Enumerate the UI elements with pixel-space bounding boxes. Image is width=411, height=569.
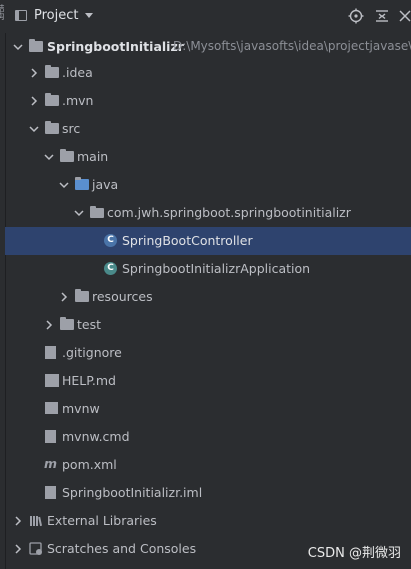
project-icon [15, 10, 27, 21]
resources-folder-icon [75, 289, 89, 302]
source-folder-icon [75, 177, 89, 190]
tree-label-external-libraries: External Libraries [47, 513, 157, 528]
tree-row-main[interactable]: main [5, 143, 411, 171]
chevron-down-icon[interactable] [73, 207, 85, 219]
project-panel-header: Project [5, 0, 411, 33]
tree-label-mvn: .mvn [62, 93, 94, 108]
tree-row-mvn[interactable]: .mvn [5, 87, 411, 115]
module-file-icon [45, 486, 56, 499]
tree-row-application[interactable]: C SpringbootInitializrApplication [5, 255, 411, 283]
panel-title[interactable]: Project [34, 8, 78, 23]
tree-row-src[interactable]: src [5, 115, 411, 143]
tree-row-pom[interactable]: m pom.xml [5, 451, 411, 479]
tree-row-root[interactable]: SpringbootInitializr D:\Mysofts\javasoft… [5, 33, 411, 61]
tree-label-mvnw: mvnw [62, 401, 100, 416]
gitignore-file-icon [45, 346, 56, 359]
tree-row-gitignore[interactable]: .gitignore [5, 339, 411, 367]
tree-label-scratches: Scratches and Consoles [47, 541, 197, 556]
cmd-file-icon [45, 430, 56, 443]
folder-icon [60, 149, 74, 162]
folder-icon [45, 65, 59, 78]
root-path: D:\Mysofts\javasofts\idea\projectjavase\… [173, 39, 411, 53]
chevron-down-icon[interactable] [43, 151, 55, 163]
tree-label-pom: pom.xml [62, 457, 117, 472]
chevron-down-icon[interactable] [28, 123, 40, 135]
folder-icon [60, 317, 74, 330]
folder-icon [45, 121, 59, 134]
tree-row-package[interactable]: com.jwh.springboot.springbootinitializr [5, 199, 411, 227]
tree-label-mvnw-cmd: mvnw.cmd [62, 429, 130, 444]
chevron-right-icon[interactable] [43, 319, 55, 331]
collapse-all-icon[interactable] [374, 8, 390, 24]
chevron-right-icon[interactable] [28, 95, 40, 107]
chevron-right-icon[interactable] [12, 515, 24, 527]
package-icon [90, 206, 104, 218]
tree-label-main: main [77, 149, 109, 164]
chevron-right-icon[interactable] [12, 543, 24, 555]
folder-icon [45, 93, 59, 106]
libraries-icon [29, 514, 43, 528]
chevron-down-icon[interactable] [58, 179, 70, 191]
tree-row-help[interactable]: HELP.md [5, 367, 411, 395]
tree-row-idea[interactable]: .idea [5, 59, 411, 87]
tree-row-java[interactable]: java [5, 171, 411, 199]
spring-boot-class-icon: C [104, 262, 117, 275]
tree-label-src: src [62, 121, 81, 136]
watermark-text: CSDN @荆微羽 [307, 546, 401, 561]
tree-label-iml: SpringbootInitializr.iml [62, 485, 203, 500]
close-icon[interactable] [397, 8, 411, 24]
crosshair-icon[interactable] [348, 8, 364, 24]
tree-label-java: java [92, 177, 119, 192]
tree-label-application: SpringbootInitializrApplication [122, 261, 311, 276]
shell-script-icon [45, 402, 58, 414]
tree-row-mvnw[interactable]: mvnw [5, 395, 411, 423]
tree-label-package: com.jwh.springboot.springbootinitializr [107, 205, 351, 220]
tree-row-controller[interactable]: C SpringBootController [5, 227, 411, 255]
maven-icon: m [44, 456, 58, 471]
chevron-down-icon[interactable] [12, 41, 24, 53]
tree-label-gitignore: .gitignore [62, 345, 122, 360]
chevron-right-icon[interactable] [58, 291, 70, 303]
tree-label-help: HELP.md [62, 373, 116, 388]
class-icon: C [104, 234, 117, 247]
tree-label-resources: resources [92, 289, 153, 304]
chevron-down-icon[interactable] [85, 13, 93, 18]
markdown-file-icon [45, 374, 59, 387]
tree-row-resources[interactable]: resources [5, 283, 411, 311]
tree-row-iml[interactable]: SpringbootInitializr.iml [5, 479, 411, 507]
chevron-right-icon[interactable] [28, 67, 40, 79]
tree-label-idea: .idea [62, 65, 93, 80]
module-folder-icon [29, 39, 43, 52]
scratches-icon [29, 542, 43, 556]
tree-label-test: test [77, 317, 102, 332]
tree-row-mvnw-cmd[interactable]: mvnw.cmd [5, 423, 411, 451]
tree-label-root: SpringbootInitializr [47, 39, 184, 54]
tree-label-controller: SpringBootController [122, 233, 253, 248]
tree-row-external-libraries[interactable]: External Libraries [5, 507, 411, 535]
tree-row-test[interactable]: test [5, 311, 411, 339]
